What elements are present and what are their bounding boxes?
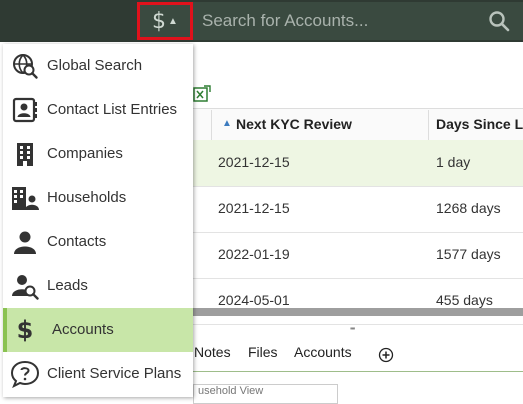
cell-next-kyc: 2024-05-01 [218, 292, 290, 308]
column-divider[interactable] [211, 110, 212, 140]
person-search-icon [11, 272, 39, 300]
menu-item-label: Households [47, 189, 127, 206]
menu-item-label: Leads [47, 277, 88, 294]
menu-item-label: Global Search [47, 57, 143, 74]
chat-question-icon [11, 360, 39, 388]
building-icon [11, 140, 39, 168]
cell-days-since: 455 days [436, 292, 493, 308]
tab-files[interactable]: Files [248, 344, 278, 360]
contact-card-icon [11, 96, 39, 124]
menu-item-client-service-plans[interactable]: Client Service Plans [3, 352, 193, 396]
caret-up-icon: ▲ [168, 15, 178, 27]
tab-accounts[interactable]: Accounts [294, 344, 352, 360]
menu-item-label: Contact List Entries [47, 101, 178, 118]
menu-item-companies[interactable]: Companies [3, 132, 193, 176]
tabs-underline [193, 371, 523, 372]
cell-next-kyc: 2021-12-15 [218, 154, 290, 170]
menu-item-label: Companies [47, 145, 123, 162]
cell-days-since: 1 day [436, 154, 471, 170]
menu-item-global-search[interactable]: Global Search [3, 44, 193, 88]
menu-item-label: Client Service Plans [47, 365, 182, 382]
household-view-label: usehold View [198, 385, 264, 397]
cell-next-kyc: 2021-12-15 [218, 200, 290, 216]
menu-item-contact-list-entries[interactable]: Contact List Entries [3, 88, 193, 132]
menu-item-households[interactable]: Households [3, 176, 193, 220]
globe-search-icon [11, 52, 39, 80]
horizontal-scrollbar[interactable] [193, 308, 523, 316]
person-icon [11, 228, 39, 256]
export-excel-icon[interactable] [193, 85, 211, 103]
cell-days-since: 1268 days [436, 200, 501, 216]
dollar-icon: $ [152, 8, 167, 34]
search-input[interactable] [193, 2, 523, 40]
column-header-next-kyc-review[interactable]: Next KYC Review [236, 116, 352, 132]
search-icon[interactable] [488, 10, 510, 32]
tab-notes[interactable]: Notes [194, 344, 231, 360]
menu-item-label: Contacts [47, 233, 107, 250]
menu-item-label: Accounts [52, 321, 114, 338]
menu-item-contacts[interactable]: Contacts [3, 220, 193, 264]
add-tab-icon[interactable] [378, 347, 394, 363]
search-scope-menu: Global Search Contact List Entries Compa… [3, 44, 193, 397]
sort-ascending-icon: ▲ [222, 118, 232, 129]
menu-item-accounts[interactable]: $ Accounts [3, 308, 193, 352]
dollar-icon: $ [16, 316, 34, 344]
resize-grip-icon[interactable]: '''''' [350, 326, 355, 336]
household-view-select[interactable]: usehold View [193, 384, 338, 404]
search-scope-dropdown[interactable]: $ ▲ [137, 2, 193, 40]
cell-days-since: 1577 days [436, 246, 501, 262]
cell-next-kyc: 2022-01-19 [218, 246, 290, 262]
household-icon [11, 184, 39, 212]
menu-item-leads[interactable]: Leads [3, 264, 193, 308]
column-header-days-since[interactable]: Days Since La [436, 116, 523, 132]
column-divider[interactable] [428, 110, 429, 140]
